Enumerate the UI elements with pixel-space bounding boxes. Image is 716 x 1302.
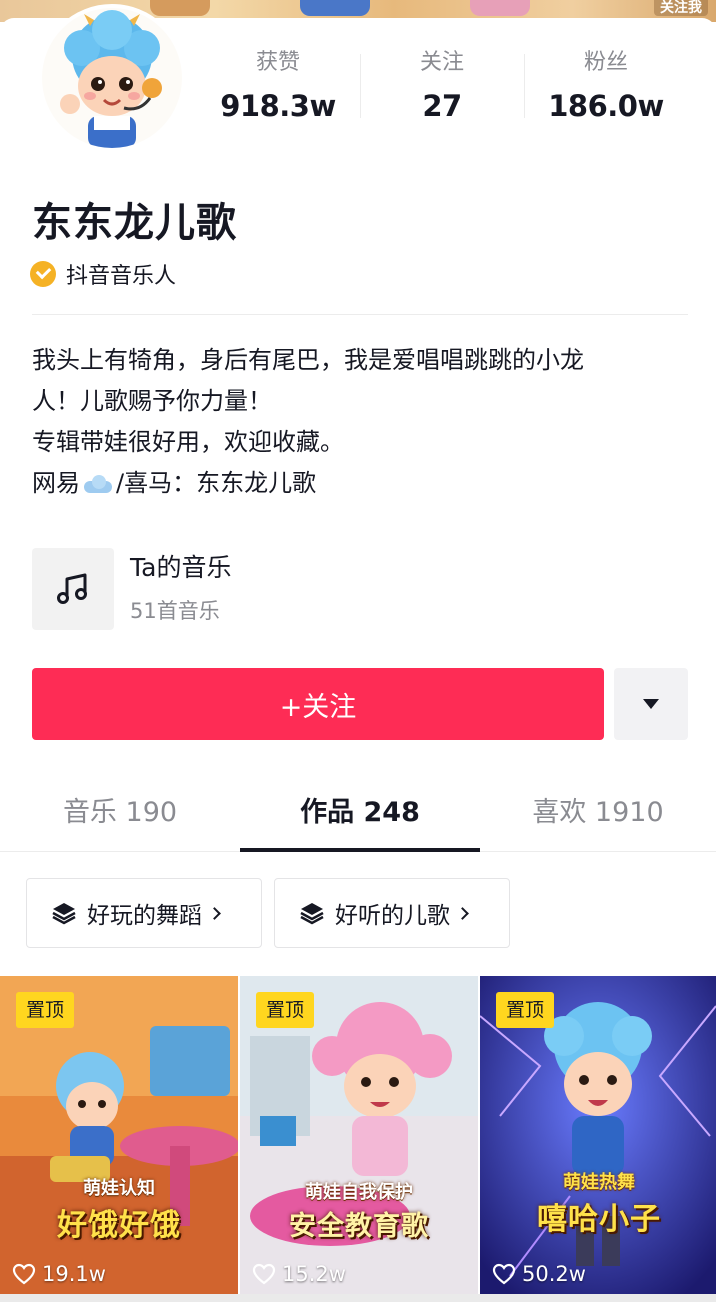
stat-following[interactable]: 关注 27 [360, 48, 524, 128]
chevron-right-icon [456, 906, 469, 920]
heart-icon [12, 1263, 36, 1285]
collection-chips: 好玩的舞蹈 好听的儿歌 [26, 878, 522, 948]
stat-value: 186.0w [548, 89, 664, 123]
video-title-big: 安全教育歌 [289, 1211, 429, 1242]
chip-label: 好听的儿歌 [335, 903, 450, 929]
cloud-icon [82, 475, 114, 493]
music-entry[interactable]: Ta的音乐 51首音乐 [32, 548, 231, 630]
video-title: 萌娃自我保护 安全教育歌 [240, 1178, 478, 1243]
chip-label: 好玩的舞蹈 [87, 903, 202, 929]
tab-music[interactable]: 音乐 190 [0, 788, 240, 851]
bio-line: 专辑带娃很好用，欢迎收藏。 [32, 428, 344, 456]
bio-line: 网易/喜马：东东龙儿歌 [32, 463, 692, 504]
verified-label: 抖音音乐人 [66, 264, 177, 289]
chevron-right-icon [208, 906, 221, 920]
pinned-badge: 置顶 [496, 992, 555, 1028]
video-grid: 置顶 萌娃认知 好饿好饿 19.1w 置顶 萌娃自我保护 安全教育歌 15.2w… [0, 976, 716, 1302]
divider [32, 314, 688, 315]
tab-likes[interactable]: 喜欢 1910 [480, 788, 716, 851]
profile-bio: 我头上有犄角，身后有尾巴，我是爱唱唱跳跳的小龙 人！儿歌赐予你力量！ 专辑带娃很… [32, 340, 692, 504]
stat-value: 918.3w [220, 89, 336, 123]
video-likes: 19.1w [12, 1262, 106, 1286]
video-likes: 50.2w [492, 1262, 586, 1286]
likes-count: 19.1w [42, 1262, 106, 1286]
layers-icon [52, 903, 76, 925]
layers-icon [300, 903, 324, 925]
bio-line: 人！儿歌赐予你力量！ [32, 387, 272, 415]
heart-icon [492, 1263, 516, 1285]
stat-label: 关注 [419, 50, 464, 75]
profile-tabs: 音乐 190 作品 248 喜欢 1910 [0, 788, 716, 852]
video-title: 萌娃认知 好饿好饿 [0, 1174, 238, 1244]
tab-works[interactable]: 作品 248 [240, 788, 480, 852]
more-options-button[interactable] [614, 668, 688, 740]
likes-count: 50.2w [522, 1262, 586, 1286]
follow-button[interactable]: +关注 [32, 668, 604, 740]
video-title-big: 好饿好饿 [57, 1208, 181, 1243]
avatar[interactable] [38, 4, 186, 152]
stat-likes[interactable]: 获赞 918.3w [196, 48, 360, 128]
music-note-icon [32, 548, 114, 630]
stat-label: 获赞 [255, 50, 300, 75]
music-title: Ta的音乐 [130, 553, 232, 582]
bio-line-part: /喜马：东东龙儿歌 [116, 469, 317, 497]
video-thumbnail[interactable]: 置顶 萌娃认知 好饿好饿 19.1w [0, 976, 238, 1296]
next-row-peek [0, 1294, 716, 1302]
video-title-small: 萌娃认知 [83, 1178, 155, 1199]
video-thumbnail[interactable]: 置顶 萌娃热舞 嘻哈小子 50.2w [480, 976, 716, 1296]
profile-name: 东东龙儿歌 [32, 200, 237, 246]
collection-chip-dance[interactable]: 好玩的舞蹈 [26, 878, 262, 948]
likes-count: 15.2w [282, 1262, 346, 1286]
caret-down-icon [643, 699, 659, 709]
verified-tag[interactable]: 抖音音乐人 [30, 258, 176, 290]
stat-followers[interactable]: 粉丝 186.0w [524, 48, 688, 128]
bio-line: 我头上有犄角，身后有尾巴，我是爱唱唱跳跳的小龙 [32, 346, 584, 374]
heart-icon [252, 1263, 276, 1285]
stat-value: 27 [422, 89, 462, 123]
stat-label: 粉丝 [583, 50, 628, 75]
video-thumbnail[interactable]: 置顶 萌娃自我保护 安全教育歌 15.2w [240, 976, 478, 1296]
video-title-big: 嘻哈小子 [537, 1202, 661, 1237]
profile-sheet: 获赞 918.3w 关注 27 粉丝 186.0w 东东龙儿歌 抖音音乐人 我头… [0, 4, 716, 1302]
pinned-badge: 置顶 [256, 992, 315, 1028]
video-likes: 15.2w [252, 1262, 346, 1286]
bio-line-part: 网易 [32, 469, 80, 497]
profile-stats: 获赞 918.3w 关注 27 粉丝 186.0w [196, 48, 716, 128]
video-title-small: 萌娃自我保护 [305, 1182, 413, 1203]
video-title-small: 萌娃热舞 [563, 1172, 635, 1193]
pinned-badge: 置顶 [16, 992, 75, 1028]
banner-follow-text[interactable]: 关注我 [654, 0, 708, 16]
music-count: 51首音乐 [130, 599, 220, 623]
verified-check-icon [30, 261, 56, 287]
video-title: 萌娃热舞 嘻哈小子 [480, 1168, 716, 1238]
collection-chip-songs[interactable]: 好听的儿歌 [274, 878, 510, 948]
